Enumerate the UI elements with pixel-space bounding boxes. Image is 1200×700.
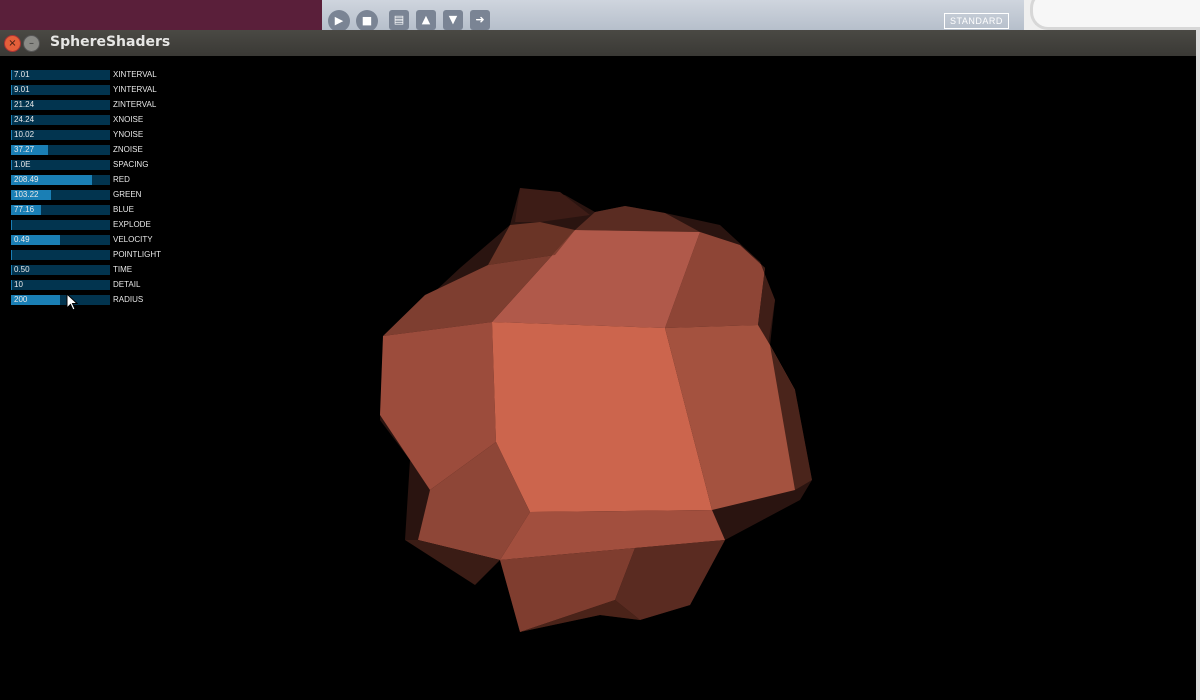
slider-value: 208.49 <box>14 175 39 184</box>
slider-detail[interactable]: 10 DETAIL <box>11 280 171 290</box>
slider-fill <box>11 250 12 260</box>
window-title: SphereShaders <box>50 34 171 50</box>
desktop-panel-left <box>0 0 322 30</box>
slider-value: 103.22 <box>14 190 39 199</box>
slider-value: 37.27 <box>14 145 35 154</box>
slider-track[interactable]: 10 <box>11 280 110 290</box>
slider-pointlight[interactable]: POINTLIGHT <box>11 250 171 260</box>
slider-track[interactable]: 24.24 <box>11 115 110 125</box>
slider-track[interactable] <box>11 250 110 260</box>
slider-label: XINTERVAL <box>113 70 157 79</box>
slider-label: POINTLIGHT <box>113 250 162 259</box>
slider-fill <box>11 100 12 110</box>
slider-yinterval[interactable]: 9.01 YINTERVAL <box>11 85 171 95</box>
slider-track[interactable]: 7.01 <box>11 70 110 80</box>
slider-time[interactable]: 0.50 TIME <box>11 265 171 275</box>
slider-value: 9.01 <box>14 85 30 94</box>
export-icon[interactable]: ➜ <box>470 10 490 30</box>
slider-label: BLUE <box>113 205 134 214</box>
stop-icon[interactable]: ■ <box>356 10 378 32</box>
slider-value: 10.02 <box>14 130 35 139</box>
slider-track[interactable]: 1.0E <box>11 160 110 170</box>
slider-track[interactable]: 21.24 <box>11 100 110 110</box>
slider-label: ZNOISE <box>113 145 143 154</box>
ide-toolbar: ▶ ■ ▤ ▲ ▼ ➜ STANDARD <box>322 0 1024 32</box>
slider-track[interactable] <box>11 220 110 230</box>
slider-fill <box>11 265 12 275</box>
slider-red[interactable]: 208.49 RED <box>11 175 171 185</box>
slider-track[interactable]: 77.16 <box>11 205 110 215</box>
minimize-icon[interactable]: – <box>23 35 40 52</box>
slider-value: 200 <box>14 295 28 304</box>
slider-fill <box>11 220 12 230</box>
mode-selector[interactable]: STANDARD <box>944 13 1009 29</box>
slider-value: 1.0E <box>14 160 31 169</box>
slider-value: 24.24 <box>14 115 35 124</box>
slider-label: YINTERVAL <box>113 85 157 94</box>
save-icon[interactable]: ▼ <box>443 10 463 30</box>
slider-ynoise[interactable]: 10.02 YNOISE <box>11 130 171 140</box>
slider-green[interactable]: 103.22 GREEN <box>11 190 171 200</box>
background-window <box>1024 0 1200 30</box>
slider-label: VELOCITY <box>113 235 153 244</box>
open-icon[interactable]: ▲ <box>416 10 436 30</box>
sketch-window: × – SphereShaders 7.01 XINTERVAL 9.01 YI… <box>0 30 1196 700</box>
slider-value: 10 <box>14 280 23 289</box>
slider-label: ZINTERVAL <box>113 100 157 109</box>
slider-fill <box>11 70 12 80</box>
slider-track[interactable]: 103.22 <box>11 190 110 200</box>
slider-velocity[interactable]: 0.49 VELOCITY <box>11 235 171 245</box>
slider-radius[interactable]: 200 RADIUS <box>11 295 171 305</box>
slider-track[interactable]: 9.01 <box>11 85 110 95</box>
slider-xinterval[interactable]: 7.01 XINTERVAL <box>11 70 171 80</box>
slider-fill <box>11 130 12 140</box>
slider-fill <box>11 280 12 290</box>
slider-track[interactable]: 0.49 <box>11 235 110 245</box>
slider-value: 0.49 <box>14 235 30 244</box>
slider-value: 7.01 <box>14 70 30 79</box>
slider-xnoise[interactable]: 24.24 XNOISE <box>11 115 171 125</box>
slider-track[interactable]: 37.27 <box>11 145 110 155</box>
slider-track[interactable]: 0.50 <box>11 265 110 275</box>
slider-label: XNOISE <box>113 115 144 124</box>
slider-label: DETAIL <box>113 280 141 289</box>
slider-fill <box>11 115 12 125</box>
slider-label: SPACING <box>113 160 149 169</box>
slider-fill <box>11 85 12 95</box>
run-icon[interactable]: ▶ <box>328 10 350 32</box>
slider-value: 77.16 <box>14 205 35 214</box>
slider-label: EXPLODE <box>113 220 151 229</box>
slider-label: RADIUS <box>113 295 144 304</box>
background-window-edge <box>1196 30 1200 700</box>
slider-blue[interactable]: 77.16 BLUE <box>11 205 171 215</box>
slider-label: RED <box>113 175 130 184</box>
new-icon[interactable]: ▤ <box>389 10 409 30</box>
slider-track[interactable]: 10.02 <box>11 130 110 140</box>
slider-label: YNOISE <box>113 130 144 139</box>
slider-fill <box>11 160 12 170</box>
slider-track[interactable]: 208.49 <box>11 175 110 185</box>
mouse-cursor-icon <box>66 293 78 311</box>
slider-track[interactable]: 200 <box>11 295 110 305</box>
slider-label: GREEN <box>113 190 142 199</box>
window-titlebar[interactable]: × – SphereShaders <box>0 30 1196 57</box>
slider-value: 0.50 <box>14 265 30 274</box>
slider-value: 21.24 <box>14 100 35 109</box>
close-icon[interactable]: × <box>4 35 21 52</box>
slider-zinterval[interactable]: 21.24 ZINTERVAL <box>11 100 171 110</box>
slider-spacing[interactable]: 1.0E SPACING <box>11 160 171 170</box>
slider-label: TIME <box>113 265 133 274</box>
slider-znoise[interactable]: 37.27 ZNOISE <box>11 145 171 155</box>
render-canvas[interactable] <box>0 56 1196 700</box>
slider-explode[interactable]: EXPLODE <box>11 220 171 230</box>
